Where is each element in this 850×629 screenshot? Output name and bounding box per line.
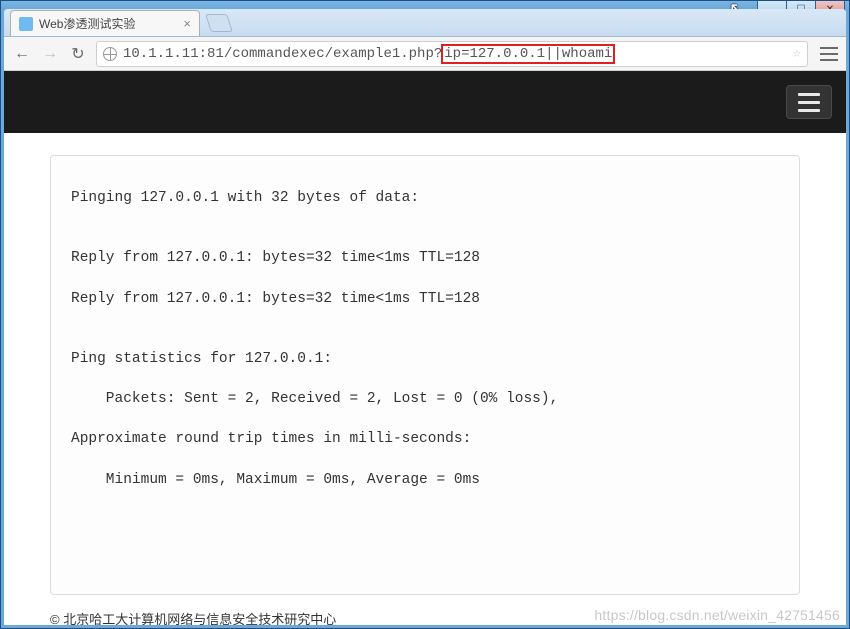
reload-button[interactable]: ↻ <box>68 44 88 64</box>
favicon-icon <box>19 17 33 31</box>
tab-bar: Web渗透测试实验 × <box>4 9 846 37</box>
tab-title: Web渗透测试实验 <box>39 15 135 32</box>
output-line: Reply from 127.0.0.1: bytes=32 time<1ms … <box>71 248 779 268</box>
browser-toolbar: ← → ↻ 10.1.1.11:81/commandexec/example1.… <box>4 37 846 71</box>
url-text: 10.1.1.11:81/commandexec/example1.php?ip… <box>123 46 615 62</box>
output-line: Approximate round trip times in milli-se… <box>71 429 779 449</box>
active-tab[interactable]: Web渗透测试实验 × <box>10 10 200 36</box>
output-line: Pinging 127.0.0.1 with 32 bytes of data: <box>71 188 779 208</box>
browser-chrome: Web渗透测试实验 × ← → ↻ 10.1.1.11:81/commandex… <box>4 9 846 625</box>
url-highlight: ip=127.0.0.1||whoami <box>441 44 615 64</box>
page-container: Pinging 127.0.0.1 with 32 bytes of data:… <box>50 155 800 625</box>
url-plain: 10.1.1.11:81/commandexec/example1.php? <box>123 46 442 62</box>
browser-menu-icon[interactable] <box>820 47 838 61</box>
footer-text: © 北京哈工大计算机网络与信息安全技术研究中心 <box>50 609 800 625</box>
back-button[interactable]: ← <box>12 44 32 64</box>
window-frame: ↖ _ ☐ ✕ Web渗透测试实验 × ← → ↻ 10.1.1.11:81/c… <box>0 0 850 629</box>
output-line: Minimum = 0ms, Maximum = 0ms, Average = … <box>71 470 779 490</box>
new-tab-button[interactable] <box>205 14 233 32</box>
output-panel: Pinging 127.0.0.1 with 32 bytes of data:… <box>50 155 800 595</box>
address-bar[interactable]: 10.1.1.11:81/commandexec/example1.php?ip… <box>96 41 808 67</box>
page-viewport: Pinging 127.0.0.1 with 32 bytes of data:… <box>4 71 846 625</box>
forward-button[interactable]: → <box>40 44 60 64</box>
nav-header <box>4 71 846 133</box>
window-titlebar[interactable] <box>1 1 849 9</box>
output-line: Ping statistics for 127.0.0.1: <box>71 349 779 369</box>
site-menu-button[interactable] <box>786 85 832 119</box>
globe-icon <box>103 47 117 61</box>
bookmark-star-icon[interactable]: ☆ <box>793 45 801 62</box>
output-line: Packets: Sent = 2, Received = 2, Lost = … <box>71 389 779 409</box>
tab-close-icon[interactable]: × <box>175 16 191 31</box>
output-line: Reply from 127.0.0.1: bytes=32 time<1ms … <box>71 289 779 309</box>
